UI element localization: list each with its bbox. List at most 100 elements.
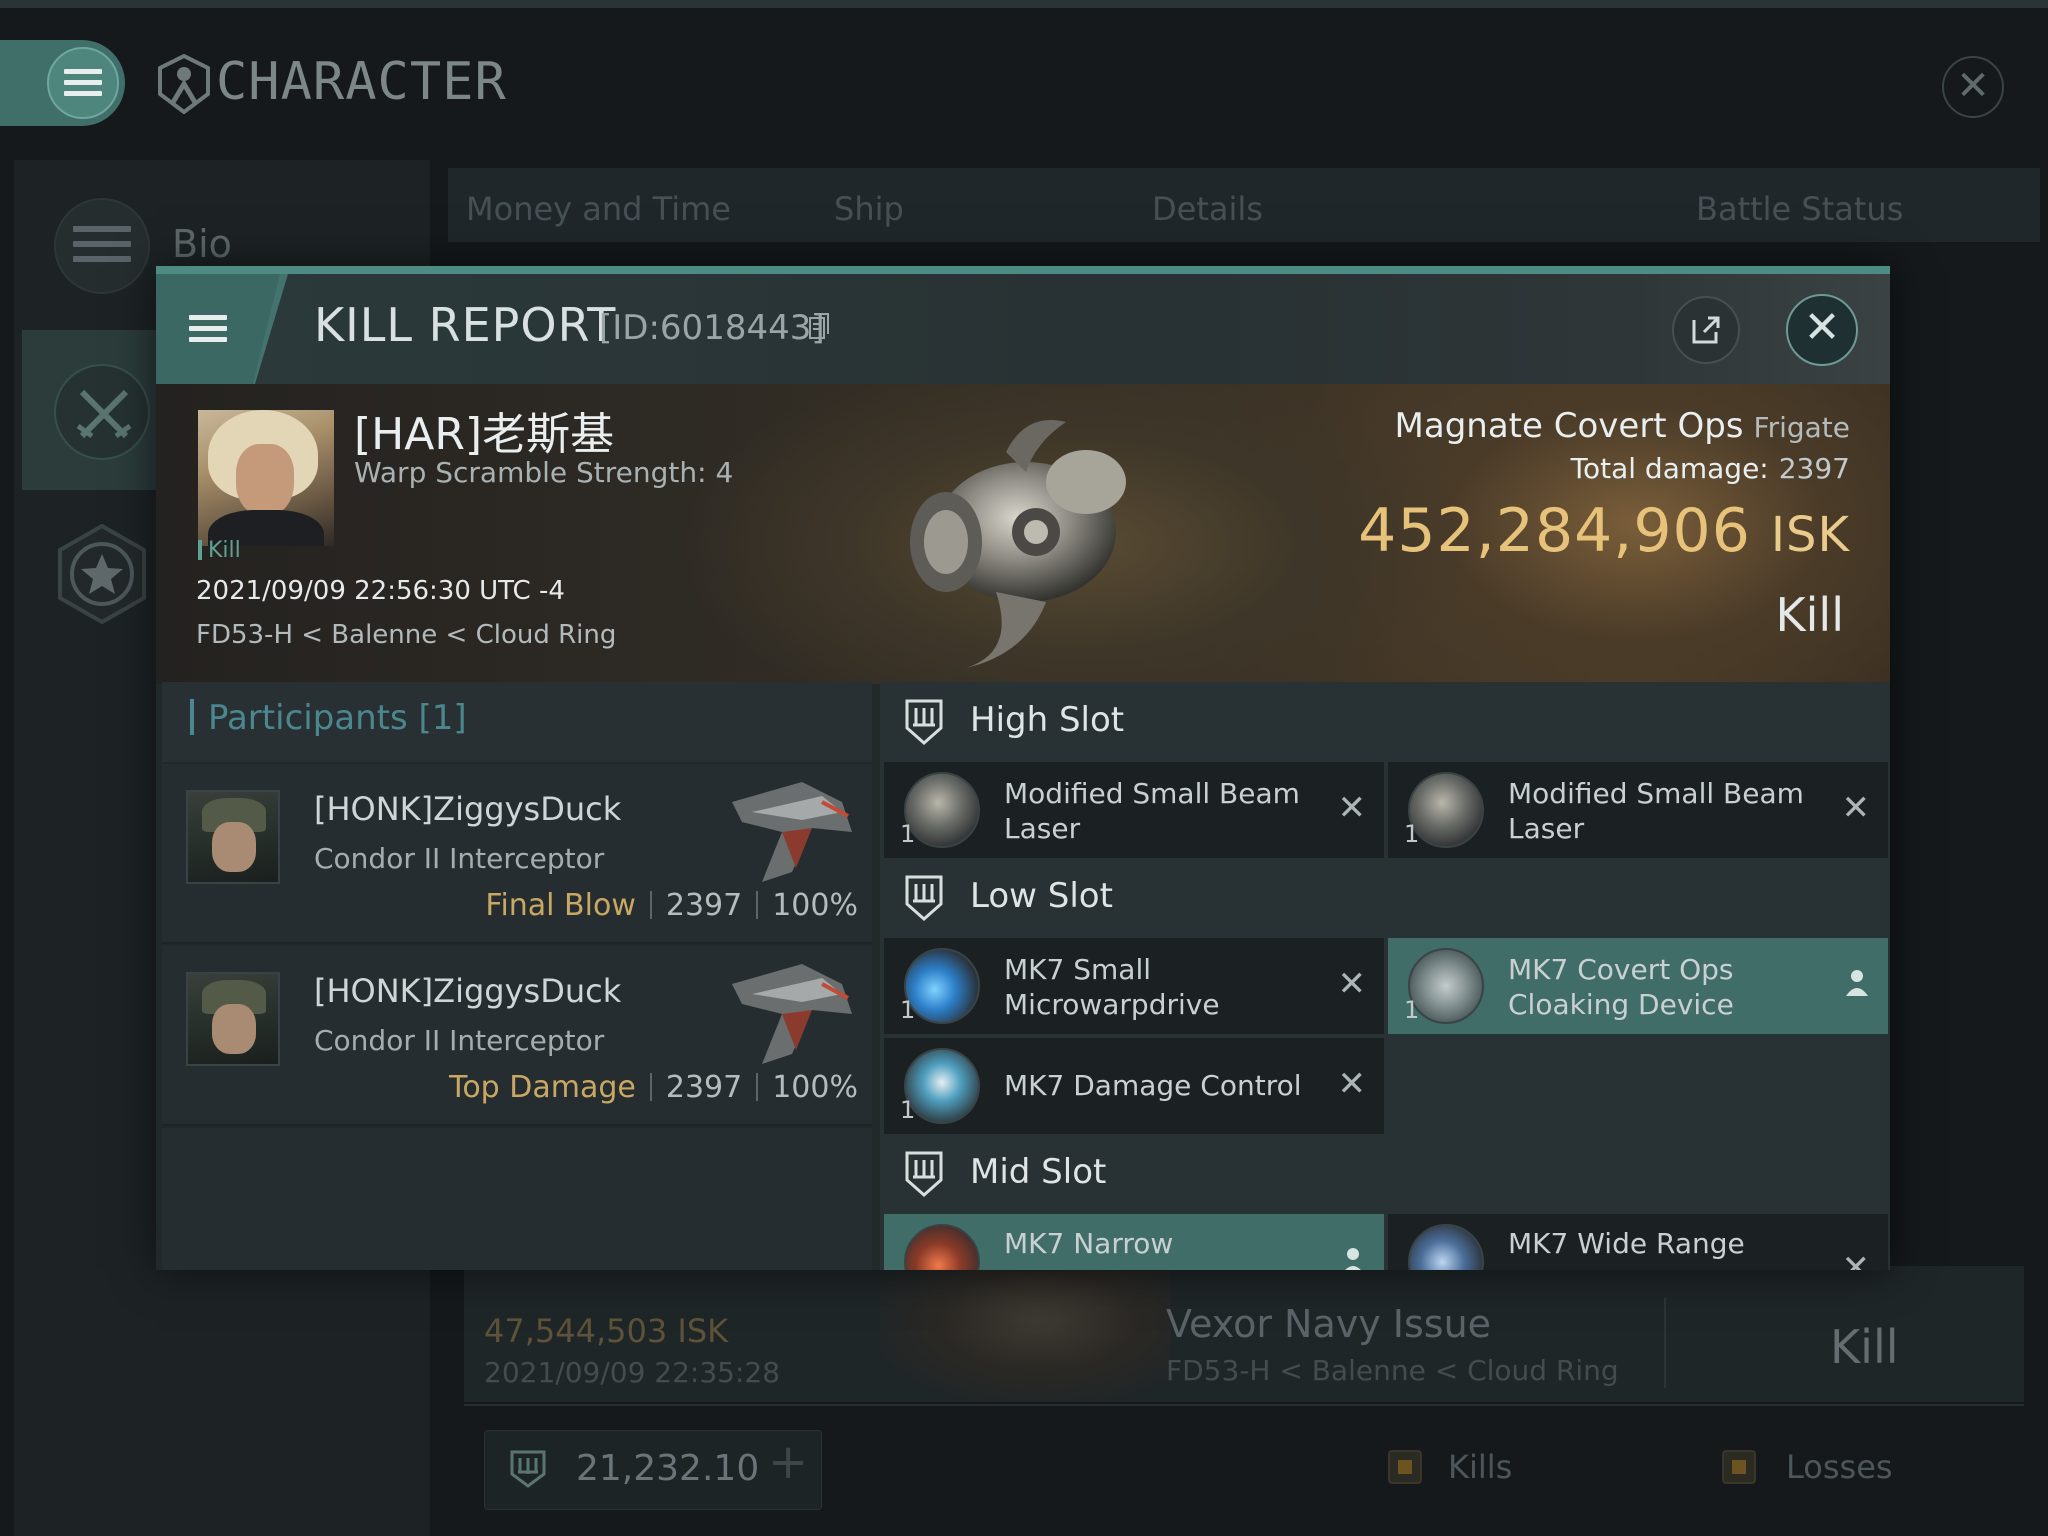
module-quantity: 1 <box>1404 820 1420 848</box>
module-quantity: 1 <box>900 1096 916 1124</box>
cloaking-device-icon <box>1408 948 1484 1024</box>
kill-tag: Kill <box>198 538 241 563</box>
dialog-title: KILL REPORT <box>314 298 617 352</box>
module-name: MK7 Damage Control <box>1004 1069 1302 1102</box>
module-slot[interactable]: 1 Modified Small Beam Laser ✕ <box>1388 762 1888 858</box>
module-quantity: 1 <box>900 996 916 1024</box>
menu-icon <box>64 69 102 97</box>
damage-value: 2397 <box>1778 452 1850 485</box>
participant-ship: Condor II Interceptor <box>314 1024 605 1057</box>
destroyed-icon: ✕ <box>1841 1248 1871 1270</box>
victim-avatar[interactable] <box>198 410 334 546</box>
module-name: MK7 Narrow <box>1004 1227 1174 1260</box>
module-quantity: 1 <box>1404 996 1420 1024</box>
module-slot[interactable]: MK7 Narrow <box>884 1214 1384 1270</box>
participant-name[interactable]: [HONK]ZiggysDuck <box>314 790 621 828</box>
row-date: 2021/09/09 22:35:28 <box>484 1356 781 1389</box>
destroyed-icon: ✕ <box>1337 1064 1367 1104</box>
participant-ship: Condor II Interceptor <box>314 842 605 875</box>
ship-class: Frigate <box>1753 411 1851 444</box>
tab-battle-status[interactable]: Battle Status <box>1696 190 1903 228</box>
close-icon: ✕ <box>1803 302 1841 353</box>
participant-stats: Final Blow 2397 100% <box>485 888 858 923</box>
module-slot[interactable]: 1 MK7 Small Microwarpdrive ✕ <box>884 938 1384 1034</box>
dialog-accent-bar <box>156 266 1890 274</box>
warp-scramble-strength: Warp Scramble Strength: 4 <box>354 456 734 489</box>
destroyed-icon: ✕ <box>1337 964 1367 1004</box>
ship-thumbnail <box>722 954 862 1070</box>
isk-amount: 452,284,906 <box>1358 496 1751 566</box>
kill-report-dialog: KILL REPORT [ID:6018443] ✕ [HAR]老斯基 Warp… <box>156 266 1890 1270</box>
module-quantity: 1 <box>900 820 916 848</box>
bio-icon[interactable] <box>54 198 150 294</box>
participant-name[interactable]: [HONK]ZiggysDuck <box>314 972 621 1010</box>
person-icon <box>1844 968 1870 998</box>
add-icon[interactable]: + <box>768 1434 808 1490</box>
sidebar-item-bio[interactable]: Bio <box>172 222 232 266</box>
participant-percent: 100% <box>772 1070 858 1105</box>
star-icon[interactable] <box>54 524 150 624</box>
module-slot[interactable]: MK7 Wide Range ✕ <box>1388 1214 1888 1270</box>
ship-name[interactable]: Magnate Covert Ops <box>1395 406 1744 446</box>
high-slot-title: High Slot <box>970 700 1125 740</box>
module-slot[interactable]: 1 MK7 Damage Control ✕ <box>884 1038 1384 1134</box>
shield-slot-icon <box>904 874 944 922</box>
close-icon[interactable]: ✕ <box>1942 56 2004 118</box>
participant-row[interactable]: [HONK]ZiggysDuck Condor II Interceptor T… <box>162 946 872 1126</box>
microwarpdrive-icon <box>904 948 980 1024</box>
participant-damage: 2397 <box>665 888 743 923</box>
participant-stats: Top Damage 2397 100% <box>449 1070 858 1105</box>
shield-slot-icon <box>508 1448 548 1490</box>
victim-name[interactable]: [HAR]老斯基 <box>354 398 614 462</box>
tab-ship[interactable]: Ship <box>834 190 904 228</box>
losses-checkbox[interactable] <box>1722 1450 1756 1484</box>
kills-label: Kills <box>1448 1448 1513 1486</box>
total-damage: Total damage: 2397 <box>1571 452 1850 485</box>
tab-details[interactable]: Details <box>1152 190 1263 228</box>
module-name: MK7 Small Microwarpdrive <box>1004 953 1220 1021</box>
final-blow-tag: Final Blow <box>485 888 636 923</box>
isk-value: 452,284,906 ISK <box>1358 496 1850 566</box>
low-slot-header: Low Slot <box>880 858 1890 938</box>
shield-slot-icon <box>904 1150 944 1198</box>
participants-empty-area <box>162 1128 872 1270</box>
victim-ship[interactable]: Magnate Covert Ops Frigate <box>1395 406 1850 446</box>
top-damage-tag: Top Damage <box>449 1070 636 1105</box>
main-menu-button[interactable] <box>0 40 125 126</box>
tab-money-and-time[interactable]: Money and Time <box>466 190 731 228</box>
module-name: Modified Small Beam Laser <box>1508 777 1804 845</box>
destroyed-icon: ✕ <box>1337 788 1367 828</box>
module-icon <box>904 1224 980 1270</box>
swords-icon[interactable] <box>54 364 150 460</box>
kills-checkbox[interactable] <box>1388 1450 1422 1484</box>
copy-icon[interactable] <box>808 312 830 340</box>
share-button[interactable] <box>1672 296 1740 364</box>
share-icon <box>1692 316 1720 344</box>
module-name: MK7 Wide Range <box>1508 1227 1745 1260</box>
laser-icon <box>1408 772 1484 848</box>
menu-icon <box>189 315 227 343</box>
avatar[interactable] <box>186 790 280 884</box>
participant-row[interactable]: [HONK]ZiggysDuck Condor II Interceptor F… <box>162 764 872 944</box>
isk-unit: ISK <box>1770 507 1850 563</box>
character-emblem-icon <box>156 54 212 114</box>
destroyed-icon: ✕ <box>1841 788 1871 828</box>
losses-label: Losses <box>1786 1448 1893 1486</box>
damage-label: Total damage: <box>1570 452 1769 485</box>
ship-thumbnail <box>880 1266 1170 1402</box>
module-slot[interactable]: 1 MK7 Covert Ops Cloaking Device <box>1388 938 1888 1034</box>
participant-percent: 100% <box>772 888 858 923</box>
row-isk: 47,544,503 ISK <box>484 1312 729 1350</box>
mid-slot-header: Mid Slot <box>880 1134 1890 1214</box>
close-button[interactable]: ✕ <box>1786 294 1858 366</box>
score-value: 21,232.10 <box>576 1448 760 1489</box>
row-ship-name: Vexor Navy Issue <box>1166 1302 1492 1346</box>
fitting-panel: High Slot 1 Modified Small Beam Laser ✕ … <box>880 682 1890 1270</box>
avatar[interactable] <box>186 972 280 1066</box>
shield-slot-icon <box>904 698 944 746</box>
low-slot-title: Low Slot <box>970 876 1113 916</box>
person-icon <box>1340 1246 1366 1270</box>
divider <box>464 1404 2024 1406</box>
participants-title: Participants [1] <box>190 698 467 738</box>
module-slot[interactable]: 1 Modified Small Beam Laser ✕ <box>884 762 1384 858</box>
